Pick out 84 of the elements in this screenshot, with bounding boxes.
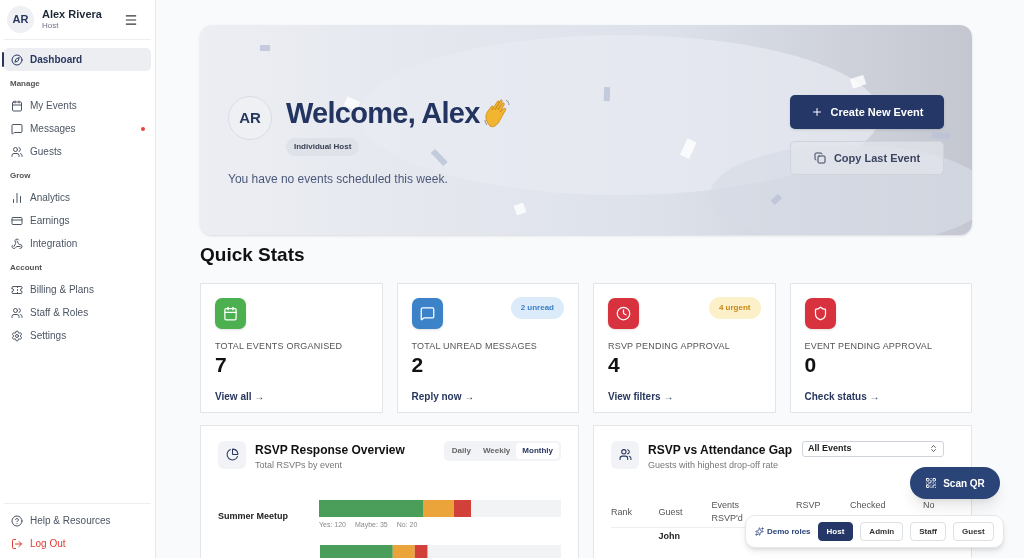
column-header: Checked xyxy=(849,499,887,512)
period-tab[interactable]: Weekly xyxy=(476,442,517,459)
stat-link[interactable]: View all → xyxy=(215,389,368,404)
bar-chart-icon xyxy=(11,191,23,204)
sidebar-item[interactable]: Settings xyxy=(4,324,151,347)
calendar-icon xyxy=(223,305,238,321)
card-title: RSVP Response Overview xyxy=(255,441,406,459)
compass-icon xyxy=(11,53,23,66)
column-header: Rank xyxy=(611,506,633,519)
stat-label: EVENT PENDING APPROVAL xyxy=(804,339,934,353)
section-heading: Account xyxy=(9,262,43,274)
stat-link[interactable]: Check status → xyxy=(804,389,957,404)
ticket-icon xyxy=(11,283,23,296)
schedule-message: You have no events scheduled this week. xyxy=(228,170,449,188)
stat-link[interactable]: View filters → xyxy=(608,389,761,404)
help-icon xyxy=(11,514,23,527)
chat-bubble-icon xyxy=(11,122,23,135)
user-role: Host xyxy=(42,21,60,32)
card-title: RSVP vs Attendance Gap xyxy=(648,441,793,459)
chat-bubble-icon xyxy=(419,305,435,321)
sparkle-icon xyxy=(755,527,764,536)
sidebar-item[interactable]: Staff & Roles xyxy=(4,301,151,324)
period-tab[interactable]: Monthly xyxy=(516,442,559,459)
card-subtitle: Total RSVPs by event xyxy=(255,458,344,472)
settings-icon xyxy=(11,329,23,342)
stat-value: 0 xyxy=(804,353,818,377)
column-header: RSVP xyxy=(796,499,822,512)
role-button[interactable]: Admin xyxy=(860,522,904,541)
role-button[interactable]: Staff xyxy=(910,522,947,541)
users-icon xyxy=(618,448,632,461)
stat-link[interactable]: Reply now → xyxy=(411,389,564,404)
card-icon xyxy=(11,214,23,227)
pie-chart-icon xyxy=(225,448,239,461)
welcome-title: Welcome, Alex xyxy=(286,96,480,132)
sidebar-item[interactable]: Earnings xyxy=(4,209,151,232)
demo-roles-label: Demo roles xyxy=(755,525,811,538)
user-avatar: AR xyxy=(7,6,34,33)
period-tab[interactable]: Daily xyxy=(445,442,477,459)
sidebar-item[interactable]: Dashboard xyxy=(4,48,151,71)
event-filter-select[interactable]: All Events xyxy=(802,440,945,457)
clock-icon xyxy=(616,305,631,321)
shield-icon xyxy=(812,305,828,321)
role-button[interactable]: Host xyxy=(817,522,854,541)
calendar-icon xyxy=(11,99,23,112)
plus-icon xyxy=(810,106,823,118)
section-title: Quick Stats xyxy=(200,243,306,267)
scan-qr-button[interactable]: Scan QR xyxy=(910,467,1000,499)
menu-icon[interactable] xyxy=(124,12,138,27)
create-event-button[interactable]: Create New Event xyxy=(790,95,944,129)
stat-label: RSVP PENDING APPROVAL xyxy=(608,339,731,353)
stat-label: TOTAL EVENTS ORGANISED xyxy=(215,339,344,353)
column-header: Guest xyxy=(658,506,684,519)
stat-label: TOTAL UNREAD MESSAGES xyxy=(411,339,539,353)
logout-link[interactable]: Log Out xyxy=(4,532,151,555)
section-heading: Manage xyxy=(9,78,41,90)
stat-value: 4 xyxy=(608,353,621,377)
sidebar-item[interactable]: Messages xyxy=(4,117,151,140)
waving-hand-icon xyxy=(481,98,512,130)
copy-icon xyxy=(813,152,826,164)
sidebar-item[interactable]: My Events xyxy=(4,94,151,117)
logout-icon xyxy=(11,537,23,550)
column-header: Events RSVP'd xyxy=(711,499,744,525)
stat-value: 2 xyxy=(411,353,425,377)
card-subtitle: Guests with highest drop-off rate xyxy=(648,458,779,472)
sidebar-item[interactable]: Guests xyxy=(4,140,151,163)
status-tag: 2 unread xyxy=(510,296,564,319)
copy-event-button[interactable]: Copy Last Event xyxy=(790,141,944,175)
help-link[interactable]: Help & Resources xyxy=(4,509,151,532)
event-name: Summer Meetup xyxy=(218,510,289,523)
status-tag: 4 urgent xyxy=(708,296,761,319)
webhook-icon xyxy=(11,237,23,250)
sidebar-item[interactable]: Analytics xyxy=(4,186,151,209)
users-icon xyxy=(11,145,23,158)
column-header: No xyxy=(923,499,936,512)
user-name: Alex Rivera xyxy=(42,7,103,22)
section-heading: Grow xyxy=(9,170,32,182)
table-cell: John xyxy=(658,531,681,541)
sidebar-item[interactable]: Billing & Plans xyxy=(4,278,151,301)
qr-code-icon xyxy=(925,477,938,489)
stat-value: 7 xyxy=(215,353,228,377)
users-icon xyxy=(11,306,23,319)
sidebar-item[interactable]: Integration xyxy=(4,232,151,255)
chevron-icon xyxy=(929,444,939,453)
role-button[interactable]: Guest xyxy=(953,522,994,541)
